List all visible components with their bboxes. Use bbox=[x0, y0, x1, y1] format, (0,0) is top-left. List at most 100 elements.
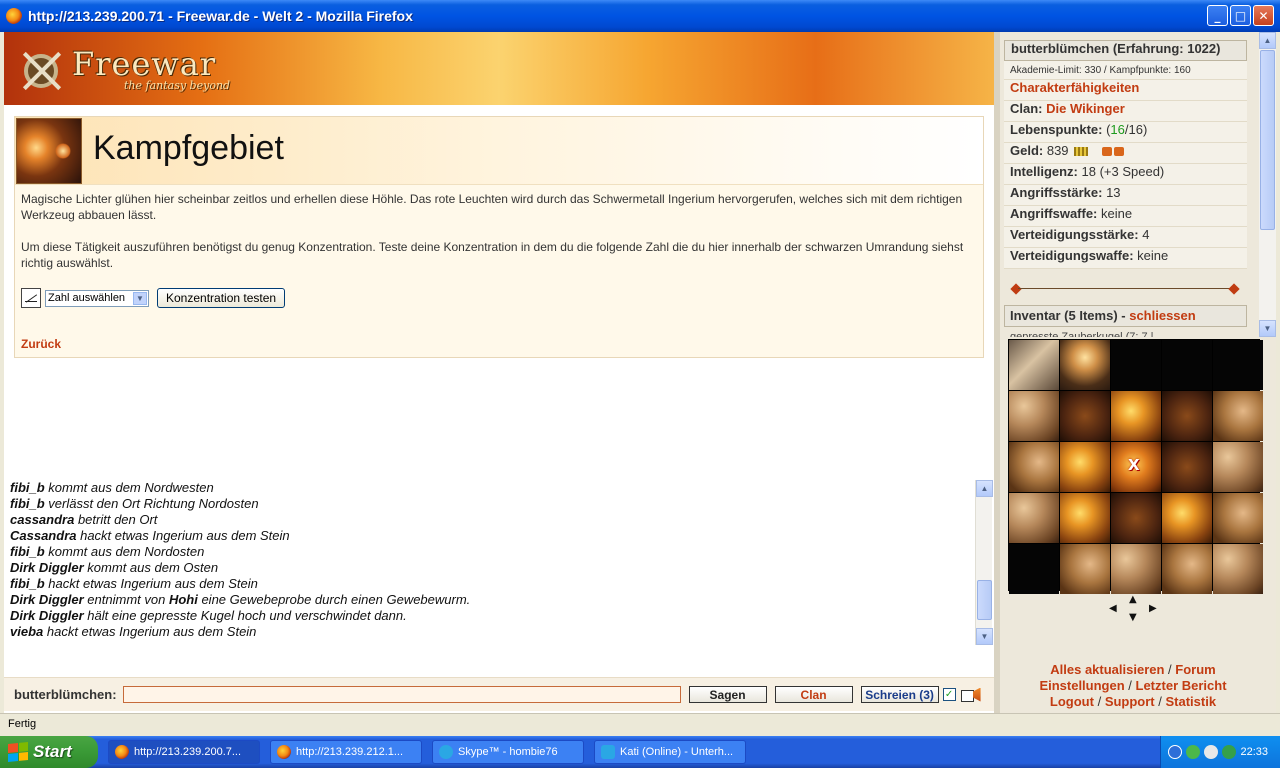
side-scroll-thumb[interactable] bbox=[1260, 50, 1275, 230]
number-select[interactable]: Zahl auswählen ▼ bbox=[45, 289, 149, 307]
scroll-down-icon[interactable]: ▼ bbox=[1259, 320, 1276, 337]
move-east-icon[interactable]: ▶ bbox=[1149, 603, 1157, 614]
map-tile[interactable] bbox=[1111, 544, 1161, 594]
skype-icon bbox=[439, 745, 453, 759]
map-tile[interactable] bbox=[1162, 442, 1212, 492]
network-icon[interactable] bbox=[1186, 745, 1201, 759]
security-icon[interactable] bbox=[1222, 745, 1237, 759]
map-tile[interactable] bbox=[1213, 442, 1263, 492]
map-tile bbox=[1213, 340, 1263, 390]
minimize-button[interactable]: _ bbox=[1207, 5, 1228, 26]
map-tile[interactable] bbox=[1213, 391, 1263, 441]
inventory-header: Inventar (5 Items) - schliessen bbox=[1004, 305, 1247, 327]
move-north-icon[interactable]: ▲ bbox=[1129, 594, 1137, 605]
map-tile bbox=[1162, 340, 1212, 390]
chat-line: fibi_b kommt aus dem Nordosten bbox=[10, 544, 205, 559]
taskbar-item[interactable]: http://213.239.212.1... bbox=[270, 740, 422, 764]
chat-input-bar: butterblümchen: Sagen Clan Schreien (3) … bbox=[4, 677, 994, 711]
chat-line: vieba hackt etwas Ingerium aus dem Stein bbox=[10, 624, 257, 639]
chat-scrollbar[interactable]: ▲ ▼ bbox=[975, 480, 993, 645]
map-tile[interactable] bbox=[1009, 493, 1059, 543]
clan-link[interactable]: Die Wikinger bbox=[1046, 101, 1125, 116]
map-tile[interactable] bbox=[1060, 493, 1110, 543]
test-concentration-button[interactable]: Konzentration testen bbox=[157, 288, 286, 308]
inventory-close-link[interactable]: schliessen bbox=[1129, 308, 1196, 323]
last-report-link[interactable]: Letzter Bericht bbox=[1136, 678, 1227, 693]
say-button[interactable]: Sagen bbox=[688, 686, 767, 703]
current-position-marker: X bbox=[1128, 456, 1140, 474]
map-tile[interactable] bbox=[1111, 391, 1161, 441]
freewar-logo[interactable]: Freewar the fantasy beyond bbox=[14, 46, 230, 94]
concentration-row: Zahl auswählen ▼ Konzentration testen bbox=[21, 288, 286, 308]
character-skills-link[interactable]: Charakterfähigkeiten bbox=[1010, 80, 1139, 95]
banner: Freewar the fantasy beyond bbox=[4, 32, 994, 105]
scroll-down-icon[interactable]: ▼ bbox=[976, 628, 993, 645]
map-tile[interactable] bbox=[1060, 340, 1110, 390]
map-tile[interactable] bbox=[1213, 544, 1263, 594]
windows-flag-icon bbox=[8, 741, 28, 763]
help-icon[interactable] bbox=[1204, 745, 1219, 759]
taskbar-item[interactable]: http://213.239.200.7... bbox=[108, 740, 260, 764]
logo-subtitle: the fantasy beyond bbox=[124, 78, 231, 92]
window-title: http://213.239.200.71 - Freewar.de - Wel… bbox=[28, 8, 413, 24]
start-button[interactable]: Start bbox=[0, 736, 98, 768]
chat-line: cassandra betritt den Ort bbox=[10, 512, 158, 527]
place-description: Magische Lichter glühen hier scheinbar z… bbox=[15, 185, 983, 271]
move-west-icon[interactable]: ◀ bbox=[1109, 603, 1117, 614]
firefox-icon bbox=[115, 745, 129, 759]
chat-line: Dirk Diggler entnimmt von Hohi eine Gewe… bbox=[10, 592, 471, 607]
map-tile[interactable] bbox=[1060, 442, 1110, 492]
map-tile[interactable] bbox=[1060, 544, 1110, 594]
statistics-link[interactable]: Statistik bbox=[1165, 694, 1216, 709]
scroll-up-icon[interactable]: ▲ bbox=[1259, 32, 1276, 49]
character-skills-row: Charakterfähigkeiten bbox=[1004, 80, 1247, 101]
taskbar-item[interactable]: Kati (Online) - Unterh... bbox=[594, 740, 746, 764]
side-scrollbar[interactable]: ▲ ▼ bbox=[1259, 32, 1276, 337]
map-tile[interactable] bbox=[1162, 391, 1212, 441]
map-tile[interactable] bbox=[1009, 442, 1059, 492]
chat-log: fibi_b kommt aus dem Nordwesten fibi_b v… bbox=[10, 480, 974, 644]
inventory-item[interactable]: gepresste Zauberkugel (7: 7 | bbox=[1010, 329, 1210, 337]
clan-button[interactable]: Clan bbox=[774, 686, 853, 703]
chevron-down-icon[interactable]: ▼ bbox=[133, 291, 147, 305]
refresh-all-link[interactable]: Alles aktualisieren bbox=[1050, 662, 1164, 677]
system-tray: 22:33 bbox=[1160, 736, 1280, 768]
start-label: Start bbox=[33, 742, 72, 761]
browser-status-bar: Fertig bbox=[0, 713, 1280, 735]
map-tile[interactable] bbox=[1009, 340, 1059, 390]
back-link[interactable]: Zurück bbox=[21, 337, 61, 351]
maximize-button[interactable]: □ bbox=[1230, 5, 1251, 26]
map-tile bbox=[1009, 544, 1059, 594]
map-grid: X bbox=[1008, 339, 1263, 594]
support-link[interactable]: Support bbox=[1105, 694, 1155, 709]
side-frame: butterblümchen (Erfahrung: 1022) Akademi… bbox=[1000, 32, 1276, 713]
close-button[interactable]: ✕ bbox=[1253, 5, 1274, 26]
settings-link[interactable]: Einstellungen bbox=[1039, 678, 1124, 693]
firefox-icon bbox=[6, 8, 22, 24]
intelligence-row: Intelligenz: 18 (+3 Speed) bbox=[1004, 164, 1247, 185]
chat-options-icon[interactable] bbox=[960, 688, 981, 702]
move-south-icon[interactable]: ▼ bbox=[1129, 612, 1137, 623]
transfer-money-icon[interactable] bbox=[1114, 147, 1125, 157]
tray-expand-icon[interactable] bbox=[1168, 745, 1183, 759]
chat-scroll-thumb[interactable] bbox=[977, 580, 992, 620]
number-select-value: Zahl auswählen bbox=[48, 292, 126, 304]
taskbar: Start http://213.239.200.7... http://213… bbox=[0, 736, 1280, 768]
map-tile[interactable] bbox=[1111, 493, 1161, 543]
chat-line: Dirk Diggler kommt aus dem Osten bbox=[10, 560, 219, 575]
chat-input[interactable] bbox=[122, 686, 681, 703]
give-money-icon[interactable] bbox=[1102, 147, 1113, 157]
map-tile[interactable] bbox=[1162, 493, 1212, 543]
taskbar-item[interactable]: Skype™ - hombie76 bbox=[432, 740, 584, 764]
chat-checkbox[interactable]: ✓ bbox=[942, 688, 956, 701]
forum-link[interactable]: Forum bbox=[1175, 662, 1215, 677]
map-tile[interactable] bbox=[1162, 544, 1212, 594]
map-tile[interactable] bbox=[1009, 391, 1059, 441]
map-navigation: ▲ ▼ ◀ ▶ bbox=[1107, 594, 1163, 624]
logout-link[interactable]: Logout bbox=[1050, 694, 1094, 709]
map-tile[interactable] bbox=[1213, 493, 1263, 543]
map-tile[interactable] bbox=[1060, 391, 1110, 441]
scroll-up-icon[interactable]: ▲ bbox=[976, 480, 993, 497]
chat-icon bbox=[601, 745, 615, 759]
shout-button[interactable]: Schreien (3) bbox=[860, 686, 939, 703]
